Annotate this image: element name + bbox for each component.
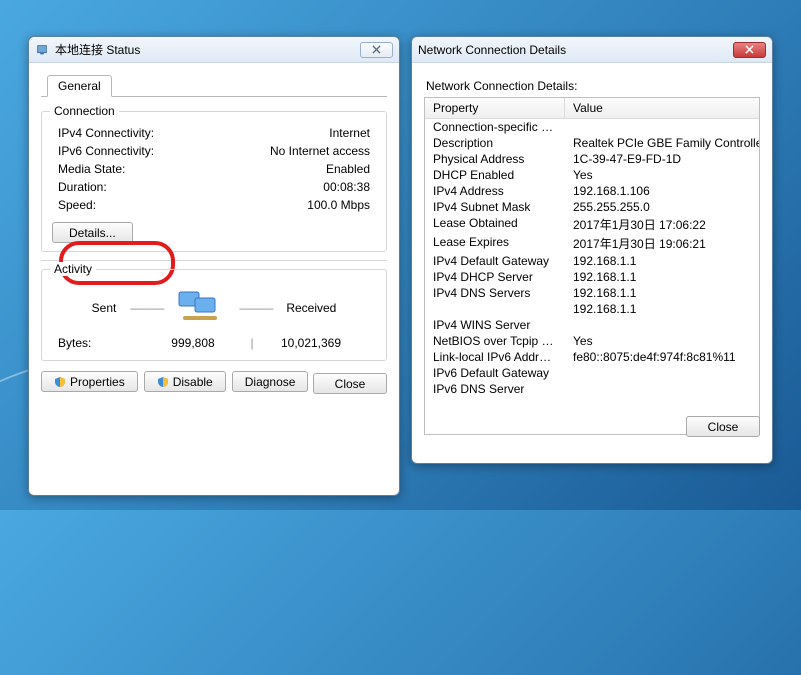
property-cell: IPv4 Address: [425, 184, 565, 198]
value-cell: 192.168.1.1: [565, 302, 759, 316]
value-cell: Realtek PCIe GBE Family Controller: [565, 136, 759, 150]
connection-details-window: Network Connection Details Network Conne…: [411, 36, 773, 464]
diagnose-button[interactable]: Diagnose: [232, 371, 309, 392]
disable-button[interactable]: Disable: [144, 371, 226, 392]
shield-icon: [54, 376, 66, 388]
property-cell: Connection-specific DN...: [425, 120, 565, 134]
bytes-sent: 999,808: [144, 336, 242, 350]
close-button-footer[interactable]: Close: [313, 373, 387, 394]
dash-right: ———: [239, 301, 272, 315]
properties-button[interactable]: Properties: [41, 371, 138, 392]
property-cell: [425, 302, 565, 316]
property-cell: DHCP Enabled: [425, 168, 565, 182]
property-cell: IPv6 Default Gateway: [425, 366, 565, 380]
list-item[interactable]: Lease Expires2017年1月30日 19:06:21: [425, 234, 759, 253]
tab-row: General: [41, 75, 387, 97]
activity-received-label: Received: [286, 301, 336, 315]
monitors-icon: [177, 288, 225, 328]
value-cell: 255.255.255.0: [565, 200, 759, 214]
value-cell: fe80::8075:de4f:974f:8c81%11: [565, 350, 759, 364]
bytes-label: Bytes:: [58, 336, 144, 350]
close-button[interactable]: [360, 42, 393, 58]
list-item[interactable]: DHCP EnabledYes: [425, 167, 759, 183]
kv-media: Media State:Enabled: [52, 160, 376, 178]
list-item[interactable]: IPv4 WINS Server: [425, 317, 759, 333]
connection-legend: Connection: [50, 104, 119, 118]
property-cell: NetBIOS over Tcpip En...: [425, 334, 565, 348]
value-cell: 2017年1月30日 19:06:21: [565, 235, 759, 252]
kv-speed: Speed:100.0 Mbps: [52, 196, 376, 214]
property-cell: Description: [425, 136, 565, 150]
property-cell: IPv4 Default Gateway: [425, 254, 565, 268]
details-button[interactable]: Details...: [52, 222, 133, 243]
window-title: Network Connection Details: [418, 43, 727, 57]
activity-group: Activity Sent ——— ——— Received Bytes: 99…: [41, 269, 387, 361]
property-cell: IPv6 DNS Server: [425, 382, 565, 396]
activity-sent-label: Sent: [92, 301, 117, 315]
value-cell: Yes: [565, 334, 759, 348]
value-cell: 192.168.1.1: [565, 254, 759, 268]
details-label: Network Connection Details:: [424, 71, 760, 97]
listview-rows-container: Connection-specific DN...DescriptionReal…: [425, 119, 759, 434]
listview-header[interactable]: Property Value: [425, 98, 759, 119]
value-cell: Yes: [565, 168, 759, 182]
kv-ipv4: IPv4 Connectivity:Internet: [52, 124, 376, 142]
value-cell: 192.168.1.106: [565, 184, 759, 198]
list-item[interactable]: Connection-specific DN...: [425, 119, 759, 135]
close-button-footer[interactable]: Close: [686, 416, 760, 437]
value-cell: 192.168.1.1: [565, 270, 759, 284]
list-item[interactable]: Physical Address1C-39-47-E9-FD-1D: [425, 151, 759, 167]
header-property[interactable]: Property: [425, 98, 565, 118]
property-cell: IPv4 Subnet Mask: [425, 200, 565, 214]
kv-ipv6: IPv6 Connectivity:No Internet access: [52, 142, 376, 160]
kv-duration: Duration:00:08:38: [52, 178, 376, 196]
property-cell: Physical Address: [425, 152, 565, 166]
bytes-separator: |: [242, 336, 262, 350]
activity-legend: Activity: [50, 262, 96, 276]
value-cell: [565, 382, 759, 396]
property-cell: Lease Obtained: [425, 216, 565, 233]
close-icon: [745, 45, 754, 54]
property-cell: Lease Expires: [425, 235, 565, 252]
list-item[interactable]: IPv4 DHCP Server192.168.1.1: [425, 269, 759, 285]
window-title: 本地连接 Status: [55, 41, 354, 58]
shield-icon: [157, 376, 169, 388]
titlebar[interactable]: Network Connection Details: [412, 37, 772, 63]
list-item[interactable]: IPv4 DNS Servers192.168.1.1: [425, 285, 759, 301]
titlebar[interactable]: 本地连接 Status: [29, 37, 399, 63]
network-port-icon: [35, 43, 49, 57]
details-listview[interactable]: Property Value Connection-specific DN...…: [424, 97, 760, 435]
list-item[interactable]: DescriptionRealtek PCIe GBE Family Contr…: [425, 135, 759, 151]
list-item[interactable]: Link-local IPv6 Addressfe80::8075:de4f:9…: [425, 349, 759, 365]
value-cell: [565, 120, 759, 134]
list-item[interactable]: IPv6 DNS Server: [425, 381, 759, 397]
property-cell: IPv4 DNS Servers: [425, 286, 565, 300]
header-value[interactable]: Value: [565, 98, 759, 118]
value-cell: 2017年1月30日 17:06:22: [565, 216, 759, 233]
property-cell: IPv4 DHCP Server: [425, 270, 565, 284]
list-item[interactable]: IPv6 Default Gateway: [425, 365, 759, 381]
close-button[interactable]: [733, 42, 766, 58]
list-item[interactable]: IPv4 Default Gateway192.168.1.1: [425, 253, 759, 269]
value-cell: 1C-39-47-E9-FD-1D: [565, 152, 759, 166]
list-item[interactable]: IPv4 Subnet Mask255.255.255.0: [425, 199, 759, 215]
dash-left: ———: [130, 301, 163, 315]
list-item[interactable]: 192.168.1.1: [425, 301, 759, 317]
list-item[interactable]: IPv4 Address192.168.1.106: [425, 183, 759, 199]
connection-status-window: 本地连接 Status General Connection IPv4 Conn…: [28, 36, 400, 496]
list-item[interactable]: Lease Obtained2017年1月30日 17:06:22: [425, 215, 759, 234]
bytes-received: 10,021,369: [262, 336, 370, 350]
value-cell: [565, 318, 759, 332]
value-cell: [565, 366, 759, 380]
property-cell: Link-local IPv6 Address: [425, 350, 565, 364]
close-icon: [372, 45, 381, 54]
divider: [41, 260, 387, 261]
list-item[interactable]: NetBIOS over Tcpip En...Yes: [425, 333, 759, 349]
property-cell: IPv4 WINS Server: [425, 318, 565, 332]
connection-group: Connection IPv4 Connectivity:Internet IP…: [41, 111, 387, 252]
tab-general[interactable]: General: [47, 75, 112, 97]
value-cell: 192.168.1.1: [565, 286, 759, 300]
